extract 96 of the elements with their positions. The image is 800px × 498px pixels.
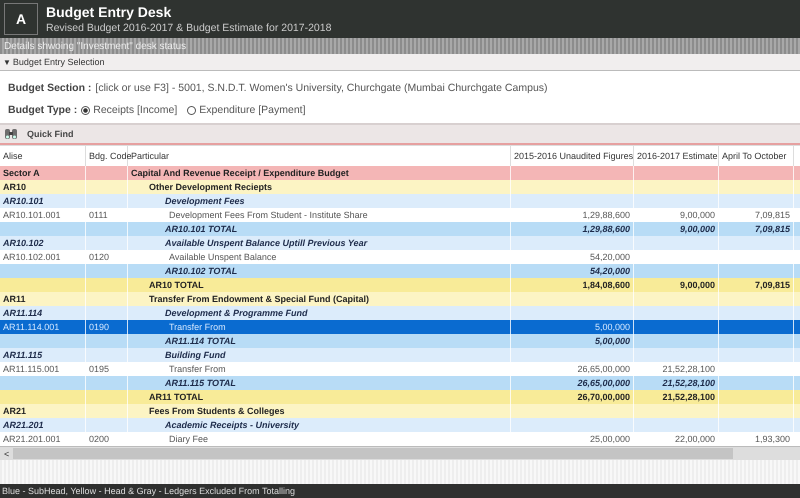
table-cell: 54,20,000 bbox=[590, 266, 630, 276]
table-cell: Other Development Reciepts bbox=[149, 182, 272, 192]
status-text: Details shwoing "Investment" desk status bbox=[4, 40, 186, 52]
legend-text: Blue - SubHead, Yellow - Head & Gray - Ledgers Excluded From Totalling bbox=[2, 486, 295, 496]
table-cell: 9,00,000 bbox=[680, 280, 715, 290]
table-cell: AR10 TOTAL bbox=[149, 280, 204, 290]
table-row[interactable]: AR10 Other Development Reciepts bbox=[0, 180, 800, 194]
table-cell: 5,00,000 bbox=[594, 322, 630, 332]
table-row[interactable]: AR11.114 TOTAL 5,00,000 bbox=[0, 334, 800, 348]
app-title: Budget Entry Desk bbox=[46, 4, 172, 20]
table-cell: 9,00,000 bbox=[680, 210, 715, 220]
table-cell: AR11 TOTAL bbox=[149, 392, 204, 402]
panel-title: Budget Entry Selection bbox=[12, 57, 104, 67]
table-cell: AR10 bbox=[3, 182, 26, 192]
table-cell: AR21 bbox=[3, 406, 26, 416]
section-label: Budget Section : bbox=[8, 82, 92, 94]
table-row[interactable]: AR10.101 TOTAL 1,29,88,600 9,00,000 7,09,815 bbox=[0, 222, 800, 236]
type-label: Budget Type : bbox=[8, 104, 78, 116]
binoculars-icon bbox=[3, 126, 19, 142]
table-cell: 5,00,000 bbox=[594, 336, 630, 346]
table-cell: 1,29,88,600 bbox=[582, 210, 630, 220]
table-cell: 26,65,00,000 bbox=[577, 378, 630, 388]
table-cell: 0190 bbox=[89, 322, 110, 332]
table-cell: AR10.102.001 bbox=[3, 252, 61, 262]
table-row[interactable]: Sector A Capital And Revenue Receipt / Expenditure Budget bbox=[0, 166, 800, 180]
table-cell: AR10.101 TOTAL bbox=[165, 224, 238, 234]
type-radio[interactable]: Receipts [Income] bbox=[81, 104, 178, 116]
table-cell: 7,09,815 bbox=[754, 280, 790, 290]
table-cell: 7,09,815 bbox=[754, 224, 790, 234]
app-badge: A bbox=[4, 3, 38, 35]
table-row[interactable]: AR11.114.001 0190 Transfer From 5,00,000 bbox=[0, 320, 800, 334]
table-row[interactable]: AR21.201 Academic Receipts - University bbox=[0, 418, 800, 432]
table-cell: AR10.102 TOTAL bbox=[165, 266, 238, 276]
table-row[interactable]: AR11.115 TOTAL 26,65,00,000 21,52,28,100 bbox=[0, 376, 800, 390]
table-cell: Development & Programme Fund bbox=[165, 308, 308, 318]
table-cell: Sector A bbox=[3, 168, 40, 178]
table-cell: 1,29,88,600 bbox=[582, 224, 630, 234]
table-cell: Diary Fee bbox=[169, 434, 208, 444]
quick-find-label: Quick Find bbox=[27, 129, 74, 139]
table-cell: 22,00,000 bbox=[674, 434, 715, 444]
table-cell: 54,20,000 bbox=[590, 252, 630, 262]
table-cell: Fees From Students & Colleges bbox=[149, 406, 285, 416]
table-cell: AR11.114 TOTAL bbox=[165, 336, 236, 346]
table-cell: AR11 bbox=[3, 294, 26, 304]
table-row[interactable]: AR10.102 TOTAL 54,20,000 bbox=[0, 264, 800, 278]
table-cell: 25,00,000 bbox=[590, 434, 630, 444]
table-cell: 1,93,300 bbox=[754, 434, 790, 444]
table-row[interactable]: AR10 TOTAL 1,84,08,600 9,00,000 7,09,815 bbox=[0, 278, 800, 292]
toggle-icon: ▼ bbox=[3, 58, 11, 66]
table-cell: 26,65,00,000 bbox=[577, 364, 630, 374]
table-cell: Development Fees From Student - Institute Share bbox=[169, 210, 368, 220]
table-cell: Development Fees bbox=[165, 196, 245, 206]
table-cell: 9,00,000 bbox=[680, 224, 715, 234]
table-cell: AR10.101.001 bbox=[3, 210, 61, 220]
table-row[interactable]: AR11 TOTAL 26,70,00,000 21,52,28,100 bbox=[0, 390, 800, 404]
table-cell: AR11.114 bbox=[3, 308, 42, 318]
table-row[interactable]: AR11.115 Building Fund bbox=[0, 348, 800, 362]
table-cell: AR21.201.001 bbox=[3, 434, 61, 444]
table-row[interactable]: AR10.102 Available Unspent Balance Uptill Previous Year bbox=[0, 236, 800, 250]
table-row[interactable]: AR11.114 Development & Programme Fund bbox=[0, 306, 800, 320]
quick-find-bar[interactable]: Quick Find bbox=[0, 125, 800, 145]
table-cell: AR10.102 bbox=[3, 238, 44, 248]
table-cell: AR11.115.001 bbox=[3, 364, 60, 374]
type-radio[interactable]: Expenditure [Payment] bbox=[187, 104, 306, 116]
section-value[interactable]: [click or use F3] - 5001, S.N.D.T. Women's University, Churchgate (Mumbai Churchgate Campus) bbox=[95, 82, 548, 94]
scrollbar-thumb[interactable] bbox=[13, 448, 734, 459]
table-cell: 21,52,28,100 bbox=[662, 378, 715, 388]
table-row[interactable]: AR11 Transfer From Endowment & Special Fund (Capital) bbox=[0, 292, 800, 306]
table-cell: AR11.114.001 bbox=[3, 322, 60, 332]
panel-header[interactable]: ▼ Budget Entry Selection bbox=[0, 54, 800, 71]
app-subtitle: Revised Budget 2016-2017 & Budget Estimate for 2017-2018 bbox=[46, 22, 332, 34]
table-row[interactable]: AR21 Fees From Students & Colleges bbox=[0, 404, 800, 418]
table-cell: AR10.101 bbox=[3, 196, 44, 206]
table-cell: Available Unspent Balance Uptill Previous Year bbox=[165, 238, 368, 248]
table-cell: Academic Receipts - University bbox=[165, 420, 300, 430]
table-cell: Transfer From bbox=[169, 322, 226, 332]
table-cell: AR21.201 bbox=[3, 420, 44, 430]
table-cell: AR11.115 TOTAL bbox=[165, 378, 236, 388]
table-cell: AR11.115 bbox=[3, 350, 42, 360]
table-cell: Building Fund bbox=[165, 350, 226, 360]
table-cell: Capital And Revenue Receipt / Expenditure Budget bbox=[131, 168, 349, 178]
table-cell: 7,09,815 bbox=[754, 210, 790, 220]
table-cell: 0120 bbox=[89, 252, 110, 262]
table-cell: 1,84,08,600 bbox=[582, 280, 630, 290]
table-row[interactable]: AR10.101 Development Fees bbox=[0, 194, 800, 208]
table-cell: 21,52,28,100 bbox=[662, 392, 715, 402]
scroll-left-arrow[interactable]: < bbox=[0, 448, 14, 458]
table-cell: Transfer From Endowment & Special Fund (Capital) bbox=[149, 294, 370, 304]
horizontal-scrollbar[interactable]: < bbox=[0, 446, 800, 460]
table-cell: Available Unspent Balance bbox=[169, 252, 276, 262]
table-cell: 21,52,28,100 bbox=[662, 364, 715, 374]
table-cell: 26,70,00,000 bbox=[577, 392, 630, 402]
table-cell: 0200 bbox=[89, 434, 110, 444]
table-cell: Transfer From bbox=[169, 364, 226, 374]
table-cell: 0111 bbox=[89, 210, 108, 220]
table-cell: 0195 bbox=[89, 364, 110, 374]
